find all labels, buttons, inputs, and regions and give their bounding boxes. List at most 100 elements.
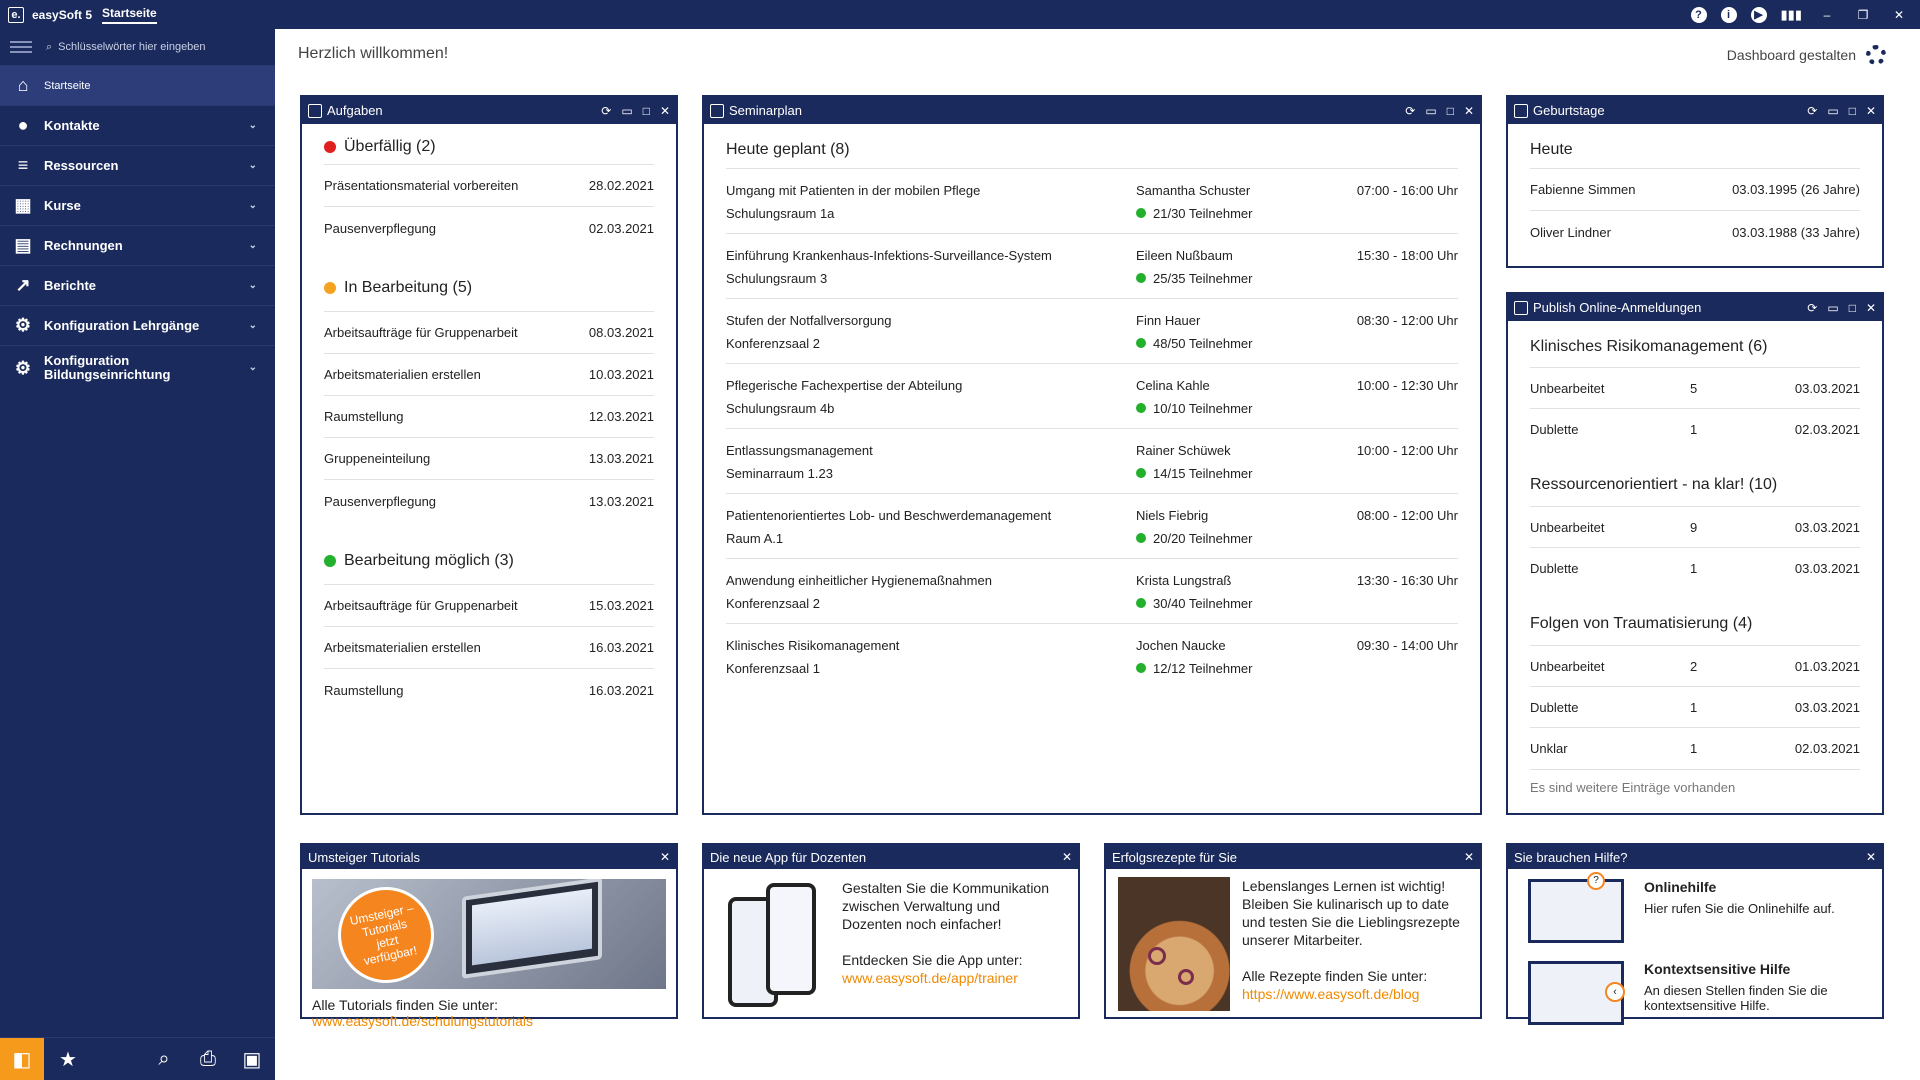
search-input[interactable]: Schlüsselwörter hier eingeben bbox=[58, 41, 205, 53]
maximize-icon[interactable]: □ bbox=[1447, 104, 1454, 118]
sidebar-item-berichte[interactable]: ↗ Berichte ⌄ bbox=[0, 265, 275, 305]
birthday-row[interactable]: Fabienne Simmen 03.03.1995 (26 Jahre) bbox=[1530, 169, 1860, 211]
seminar-row[interactable]: Pflegerische Fachexpertise der Abteilung… bbox=[726, 364, 1458, 429]
refresh-icon[interactable]: ⟳ bbox=[601, 104, 611, 118]
sidebar-item-startseite[interactable]: ⌂ Startseite bbox=[0, 65, 275, 105]
seminar-room: Schulungsraum 3 bbox=[726, 271, 828, 286]
publish-row[interactable]: Dublette 1 03.03.2021 bbox=[1530, 548, 1860, 589]
minimize-button[interactable]: – bbox=[1816, 8, 1838, 22]
info-icon[interactable]: i bbox=[1720, 6, 1737, 23]
search-window-icon[interactable]: ⌕ bbox=[142, 1038, 186, 1080]
close-button[interactable]: ✕ bbox=[1888, 8, 1910, 22]
app-logo-icon: e. bbox=[8, 6, 24, 23]
seminarplan-panel: Seminarplan ⟳ ▭ □ ✕ Heute geplant (8) Um… bbox=[702, 95, 1482, 815]
task-row[interactable]: Arbeitsmaterialien erstellen 16.03.2021 bbox=[324, 627, 654, 669]
seminar-name: Einführung Krankenhaus-Infektions-Survei… bbox=[726, 248, 1052, 263]
folder-icon[interactable]: ▭ bbox=[621, 104, 632, 118]
refresh-icon[interactable]: ⟳ bbox=[1405, 104, 1415, 118]
dashboard-config-button[interactable]: Dashboard gestalten bbox=[1727, 45, 1886, 65]
maximize-icon[interactable]: □ bbox=[1849, 104, 1856, 118]
publish-row[interactable]: Dublette 1 02.03.2021 bbox=[1530, 409, 1860, 450]
close-icon[interactable]: ✕ bbox=[660, 850, 670, 864]
chevron-down-icon: ⌄ bbox=[248, 160, 257, 171]
folder-icon[interactable]: ▭ bbox=[1827, 104, 1838, 118]
task-row[interactable]: Arbeitsaufträge für Gruppenarbeit 15.03.2… bbox=[324, 585, 654, 627]
publish-row[interactable]: Dublette 1 03.03.2021 bbox=[1530, 687, 1860, 728]
task-row[interactable]: Präsentationsmaterial vorbereiten 28.02.2… bbox=[324, 165, 654, 207]
seminar-participants: 25/35 Teilnehmer bbox=[1136, 267, 1306, 290]
menu-icon[interactable] bbox=[10, 41, 32, 53]
seminar-row[interactable]: Klinisches Risikomanagement Konferenzsaal… bbox=[726, 624, 1458, 689]
task-row[interactable]: Pausenverpflegung 02.03.2021 bbox=[324, 207, 654, 249]
app-link[interactable]: www.easysoft.de/app/trainer bbox=[842, 969, 1052, 987]
seminar-row[interactable]: Stufen der Notfallversorgung Konferenzsaa… bbox=[726, 299, 1458, 364]
sidebar-item-rechnungen[interactable]: ▤ Rechnungen ⌄ bbox=[0, 225, 275, 265]
app-text-2: Entdecken Sie die App unter: bbox=[842, 952, 1023, 968]
publish-group-heading: Klinisches Risikomanagement (6) bbox=[1530, 338, 1768, 355]
seminar-row[interactable]: Patientenorientiertes Lob- und Beschwerd… bbox=[726, 494, 1458, 559]
sidebar-item-kurse[interactable]: ▦ Kurse ⌄ bbox=[0, 185, 275, 225]
close-icon[interactable]: ✕ bbox=[1464, 850, 1474, 864]
close-icon[interactable]: ✕ bbox=[1464, 104, 1474, 118]
panel-header: Publish Online-Anmeldungen ⟳ ▭ □ ✕ bbox=[1508, 294, 1882, 321]
tab-startseite[interactable]: Startseite bbox=[102, 6, 157, 24]
birthday-row[interactable]: Oliver Lindner 03.03.1988 (33 Jahre) bbox=[1530, 211, 1860, 253]
status-dot bbox=[324, 141, 336, 153]
seminar-row[interactable]: Anwendung einheitlicher Hygienemaßnahmen… bbox=[726, 559, 1458, 624]
seminar-trainer: Celina Kahle bbox=[1136, 378, 1210, 393]
database-icon: ≡ bbox=[17, 155, 29, 175]
contact-card-icon[interactable]: ▣ bbox=[230, 1038, 274, 1080]
seminar-row[interactable]: Entlassungsmanagement Seminarraum 1.23 Rai… bbox=[726, 429, 1458, 494]
signal-icon[interactable]: ▮▮▮ bbox=[1781, 7, 1802, 23]
seminar-time: 15:30 - 18:00 Uhr bbox=[1356, 248, 1458, 263]
close-icon[interactable]: ✕ bbox=[1866, 301, 1876, 315]
recipe-text: Lebenslanges Lernen ist wichtig! Bleiben… bbox=[1242, 878, 1460, 948]
task-row[interactable]: Gruppeneinteilung 13.03.2021 bbox=[324, 438, 654, 480]
refresh-icon[interactable]: ⟳ bbox=[1807, 301, 1817, 315]
publish-row[interactable]: Unklar 1 02.03.2021 bbox=[1530, 728, 1860, 769]
print-icon[interactable]: ⎙ bbox=[186, 1038, 230, 1080]
publish-row[interactable]: Unbearbeitet 5 03.03.2021 bbox=[1530, 368, 1860, 409]
config-building-icon: ⚙ bbox=[14, 357, 32, 378]
tutorials-panel: Umsteiger Tutorials ✕ Umsteiger – Tutori… bbox=[300, 843, 678, 1029]
close-icon[interactable]: ✕ bbox=[1866, 104, 1876, 118]
task-row[interactable]: Raumstellung 12.03.2021 bbox=[324, 396, 654, 438]
sidebar-item-ressourcen[interactable]: ≡ Ressourcen ⌄ bbox=[0, 145, 275, 185]
title-bar: e. easySoft 5 Startseite ? i ▶ ▮▮▮ – ❐ ✕ bbox=[0, 0, 1920, 29]
layout-icon[interactable]: ◧ bbox=[0, 1037, 44, 1080]
help-context-icon: ‹ bbox=[1528, 961, 1625, 1025]
maximize-icon[interactable]: □ bbox=[1849, 301, 1856, 315]
recipe-link[interactable]: https://www.easysoft.de/blog bbox=[1242, 985, 1468, 1003]
folder-icon[interactable]: ▭ bbox=[1425, 104, 1436, 118]
clipboard-icon bbox=[308, 103, 322, 118]
play-icon[interactable]: ▶ bbox=[1750, 6, 1767, 23]
restore-button[interactable]: ❐ bbox=[1852, 8, 1874, 22]
sidebar-item-konfiguration-lehrgaenge[interactable]: ⚙ Konfiguration Lehrgänge ⌄ bbox=[0, 305, 275, 345]
publish-row[interactable]: Unbearbeitet 9 03.03.2021 bbox=[1530, 507, 1860, 548]
close-icon[interactable]: ✕ bbox=[660, 104, 670, 118]
seminar-name: Klinisches Risikomanagement bbox=[726, 638, 900, 653]
seminar-row[interactable]: Einführung Krankenhaus-Infektions-Survei… bbox=[726, 234, 1458, 299]
close-icon[interactable]: ✕ bbox=[1062, 850, 1072, 864]
close-icon[interactable]: ✕ bbox=[1866, 850, 1876, 864]
seminar-row[interactable]: Umgang mit Patienten in der mobilen Pfle… bbox=[726, 169, 1458, 234]
help-item-context[interactable]: ‹ Kontextsensitive Hilfe An diesen Stell… bbox=[1528, 961, 1862, 1033]
sidebar-item-kontakte[interactable]: ● Kontakte ⌄ bbox=[0, 105, 275, 145]
seminar-time: 10:00 - 12:30 Uhr bbox=[1356, 378, 1458, 393]
tutorial-link[interactable]: www.easysoft.de/schulungstutorials bbox=[312, 1013, 666, 1029]
maximize-icon[interactable]: □ bbox=[643, 104, 650, 118]
folder-icon[interactable]: ▭ bbox=[1827, 301, 1838, 315]
help-item-online[interactable]: ? Onlinehilfe Hier rufen Sie die Onlineh… bbox=[1528, 872, 1862, 951]
task-row[interactable]: Arbeitsaufträge für Gruppenarbeit 08.03.2… bbox=[324, 312, 654, 354]
star-icon[interactable]: ★ bbox=[46, 1038, 90, 1080]
sidebar-item-konfiguration-bildungseinrichtung[interactable]: ⚙ Konfiguration Bildungseinrichtung ⌄ bbox=[0, 345, 275, 389]
refresh-icon[interactable]: ⟳ bbox=[1807, 104, 1817, 118]
tutorial-banner[interactable]: Umsteiger – Tutorials jetzt verfügbar! bbox=[312, 879, 666, 989]
task-row[interactable]: Arbeitsmaterialien erstellen 10.03.2021 bbox=[324, 354, 654, 396]
task-row[interactable]: Pausenverpflegung 13.03.2021 bbox=[324, 480, 654, 522]
help-icon[interactable]: ? bbox=[1690, 6, 1707, 23]
task-row[interactable]: Raumstellung 16.03.2021 bbox=[324, 669, 654, 711]
search-row[interactable]: ⌕ Schlüsselwörter hier eingeben bbox=[0, 29, 275, 65]
seminar-participants: 20/20 Teilnehmer bbox=[1136, 527, 1306, 550]
publish-row[interactable]: Unbearbeitet 2 01.03.2021 bbox=[1530, 646, 1860, 687]
